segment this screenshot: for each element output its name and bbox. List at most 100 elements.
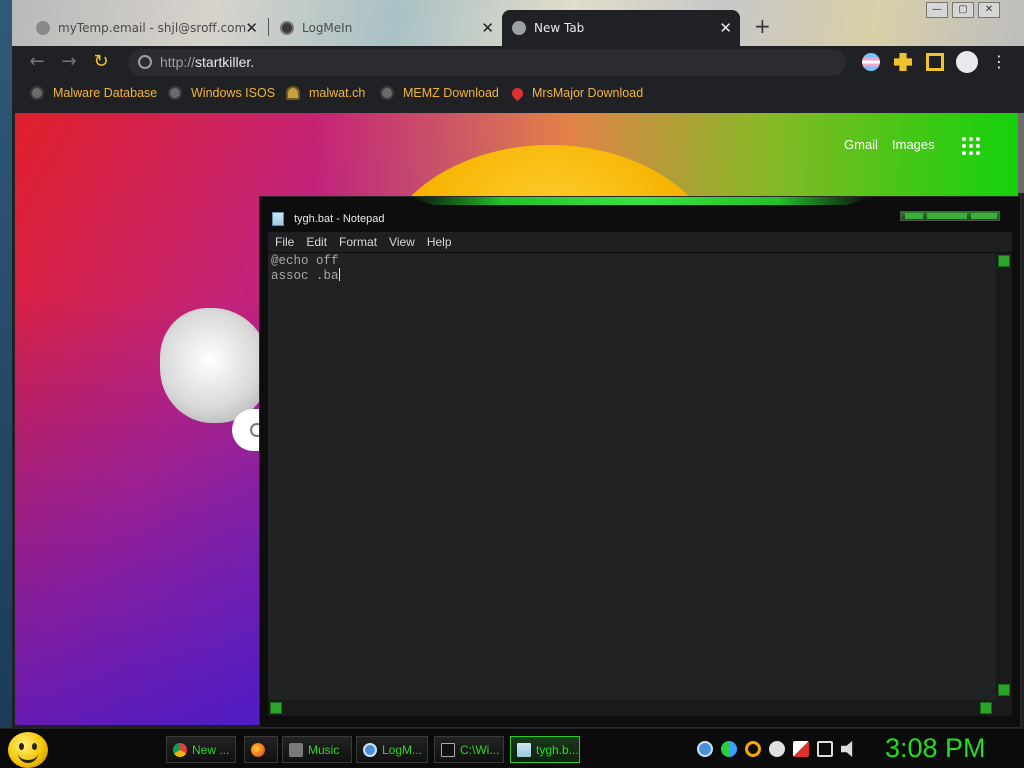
desktop: myTemp.email - shjl@sroff.com ✕ LogMeIn … <box>0 0 1024 768</box>
menu-file[interactable]: File <box>275 235 294 249</box>
extensions-puzzle-icon[interactable] <box>894 53 912 71</box>
tab-close-icon[interactable]: ✕ <box>719 19 732 37</box>
minimize-button[interactable]: — <box>926 2 948 18</box>
bookmark-malware-database[interactable]: Malware Database <box>30 86 157 100</box>
bookmark-mrsmajor-download[interactable]: MrsMajor Download <box>509 85 643 101</box>
menu-edit[interactable]: Edit <box>306 235 327 249</box>
menu-help[interactable]: Help <box>427 235 452 249</box>
reload-button[interactable]: ↻ <box>90 51 112 73</box>
globe-icon <box>168 86 182 100</box>
tray-volume-icon[interactable] <box>841 741 853 757</box>
notepad-content: @echo off assoc .ba <box>271 254 339 283</box>
side-panel-icon[interactable] <box>926 53 944 71</box>
globe-icon <box>380 86 394 100</box>
taskbar-button-label: C:\Wi... <box>460 742 500 757</box>
horizontal-scrollbar[interactable] <box>268 700 1012 716</box>
bookmark-label: malwat.ch <box>309 86 366 100</box>
tab-label: New Tab <box>534 21 585 35</box>
taskbar-logmein-button[interactable]: LogM... <box>356 736 428 763</box>
tab-logmein[interactable]: LogMeIn ✕ <box>270 10 502 46</box>
taskbar-music-button[interactable]: Music <box>282 736 352 763</box>
tray-display-icon[interactable] <box>817 741 833 757</box>
apps-grid-icon[interactable] <box>962 137 980 155</box>
address-url: http://startkiller. <box>160 54 255 70</box>
notepad-window-controls[interactable] <box>900 211 1000 221</box>
new-tab-button[interactable]: + <box>754 14 771 38</box>
bookmark-label: MEMZ Download <box>403 86 499 100</box>
tab-mytemp-email[interactable]: myTemp.email - shjl@sroff.com ✕ <box>26 10 266 46</box>
taskbar-cmd-button[interactable]: C:\Wi... <box>434 736 504 763</box>
menu-format[interactable]: Format <box>339 235 377 249</box>
tab-strip: myTemp.email - shjl@sroff.com ✕ LogMeIn … <box>12 0 1024 46</box>
taskbar-clock[interactable]: 3:08 PM <box>885 733 986 764</box>
scroll-right-button[interactable] <box>980 702 992 714</box>
start-button-smiley-icon[interactable] <box>8 732 48 768</box>
tab-close-icon[interactable]: ✕ <box>481 19 494 37</box>
taskbar-button-label: tygh.b... <box>536 742 579 757</box>
tab-label: myTemp.email - shjl@sroff.com <box>58 21 247 35</box>
doodle-cloud-image <box>160 308 270 423</box>
images-link[interactable]: Images <box>892 137 935 152</box>
tab-new-tab[interactable]: New Tab ✕ <box>502 10 740 46</box>
taskbar-firefox-button[interactable] <box>244 736 278 763</box>
title-bar-glow <box>410 197 870 205</box>
address-bar[interactable]: http://startkiller. <box>128 49 846 76</box>
taskbar-chrome-button[interactable]: New ... <box>166 736 236 763</box>
account-avatar-icon[interactable] <box>956 51 978 73</box>
taskbar-button-label: Music <box>308 742 340 757</box>
scroll-left-button[interactable] <box>270 702 282 714</box>
text-caret <box>338 268 340 281</box>
cmd-icon <box>441 742 455 757</box>
person-icon <box>286 86 300 100</box>
notepad-window: tygh.bat - Notepad File Edit Format View… <box>259 196 1021 728</box>
tray-action-center-flag-icon[interactable] <box>793 741 809 757</box>
browser-toolbar: ← → ↻ http://startkiller. ⋮ <box>12 46 1024 78</box>
minimize-button[interactable] <box>905 213 923 219</box>
notepad-text-area[interactable]: @echo off assoc .ba <box>268 253 996 700</box>
menu-kebab-icon[interactable]: ⋮ <box>990 53 1008 71</box>
tab-close-icon[interactable]: ✕ <box>245 19 258 37</box>
heart-icon <box>509 85 526 101</box>
maximize-button[interactable]: ▢ <box>952 2 974 18</box>
chrome-icon <box>512 21 526 35</box>
close-window-button[interactable] <box>971 213 997 219</box>
tray-search-icon[interactable] <box>745 741 761 757</box>
logmein-icon <box>363 742 377 757</box>
notepad-icon <box>272 212 284 226</box>
forward-button[interactable]: → <box>58 51 80 73</box>
tab-label: LogMeIn <box>302 21 353 35</box>
scroll-up-button[interactable] <box>998 255 1010 267</box>
notepad-icon <box>517 742 531 757</box>
tray-messenger-icon[interactable] <box>769 741 785 757</box>
tab-separator <box>268 18 269 36</box>
bookmark-label: Windows ISOS <box>191 86 276 100</box>
bookmark-memz-download[interactable]: MEMZ Download <box>380 86 499 100</box>
taskbar-notepad-button[interactable]: tygh.b... <box>510 736 580 763</box>
taskbar: New ... Music LogM... C:\Wi... tygh.b... <box>0 728 1024 768</box>
tray-network-icon[interactable] <box>721 741 737 757</box>
vertical-scrollbar[interactable] <box>996 253 1012 700</box>
logmein-icon <box>280 21 294 35</box>
gmail-link[interactable]: Gmail <box>844 137 878 152</box>
notepad-title-bar[interactable]: tygh.bat - Notepad <box>272 212 385 226</box>
globe-icon <box>138 55 152 69</box>
tray-logmein-icon[interactable] <box>697 741 713 757</box>
bookmarks-bar: Malware Database Windows ISOS malwat.ch … <box>12 78 1024 112</box>
notepad-menu-bar: File Edit Format View Help <box>268 232 1012 252</box>
profile-flag-icon[interactable] <box>862 53 880 71</box>
globe-icon <box>30 86 44 100</box>
taskbar-button-label: LogM... <box>382 742 423 757</box>
music-icon <box>289 742 303 757</box>
menu-view[interactable]: View <box>389 235 415 249</box>
taskbar-button-label: New ... <box>192 742 230 757</box>
page-scrollbar[interactable] <box>1018 113 1024 193</box>
bookmark-windows-isos[interactable]: Windows ISOS <box>168 86 275 100</box>
bookmark-malwatch[interactable]: malwat.ch <box>286 86 365 100</box>
scroll-down-button[interactable] <box>998 684 1010 696</box>
maximize-button[interactable] <box>927 213 967 219</box>
firefox-icon <box>251 742 265 757</box>
tab-favicon-icon <box>36 21 50 35</box>
back-button[interactable]: ← <box>26 51 48 73</box>
bookmark-label: Malware Database <box>53 86 158 100</box>
close-window-button[interactable]: ✕ <box>978 2 1000 18</box>
